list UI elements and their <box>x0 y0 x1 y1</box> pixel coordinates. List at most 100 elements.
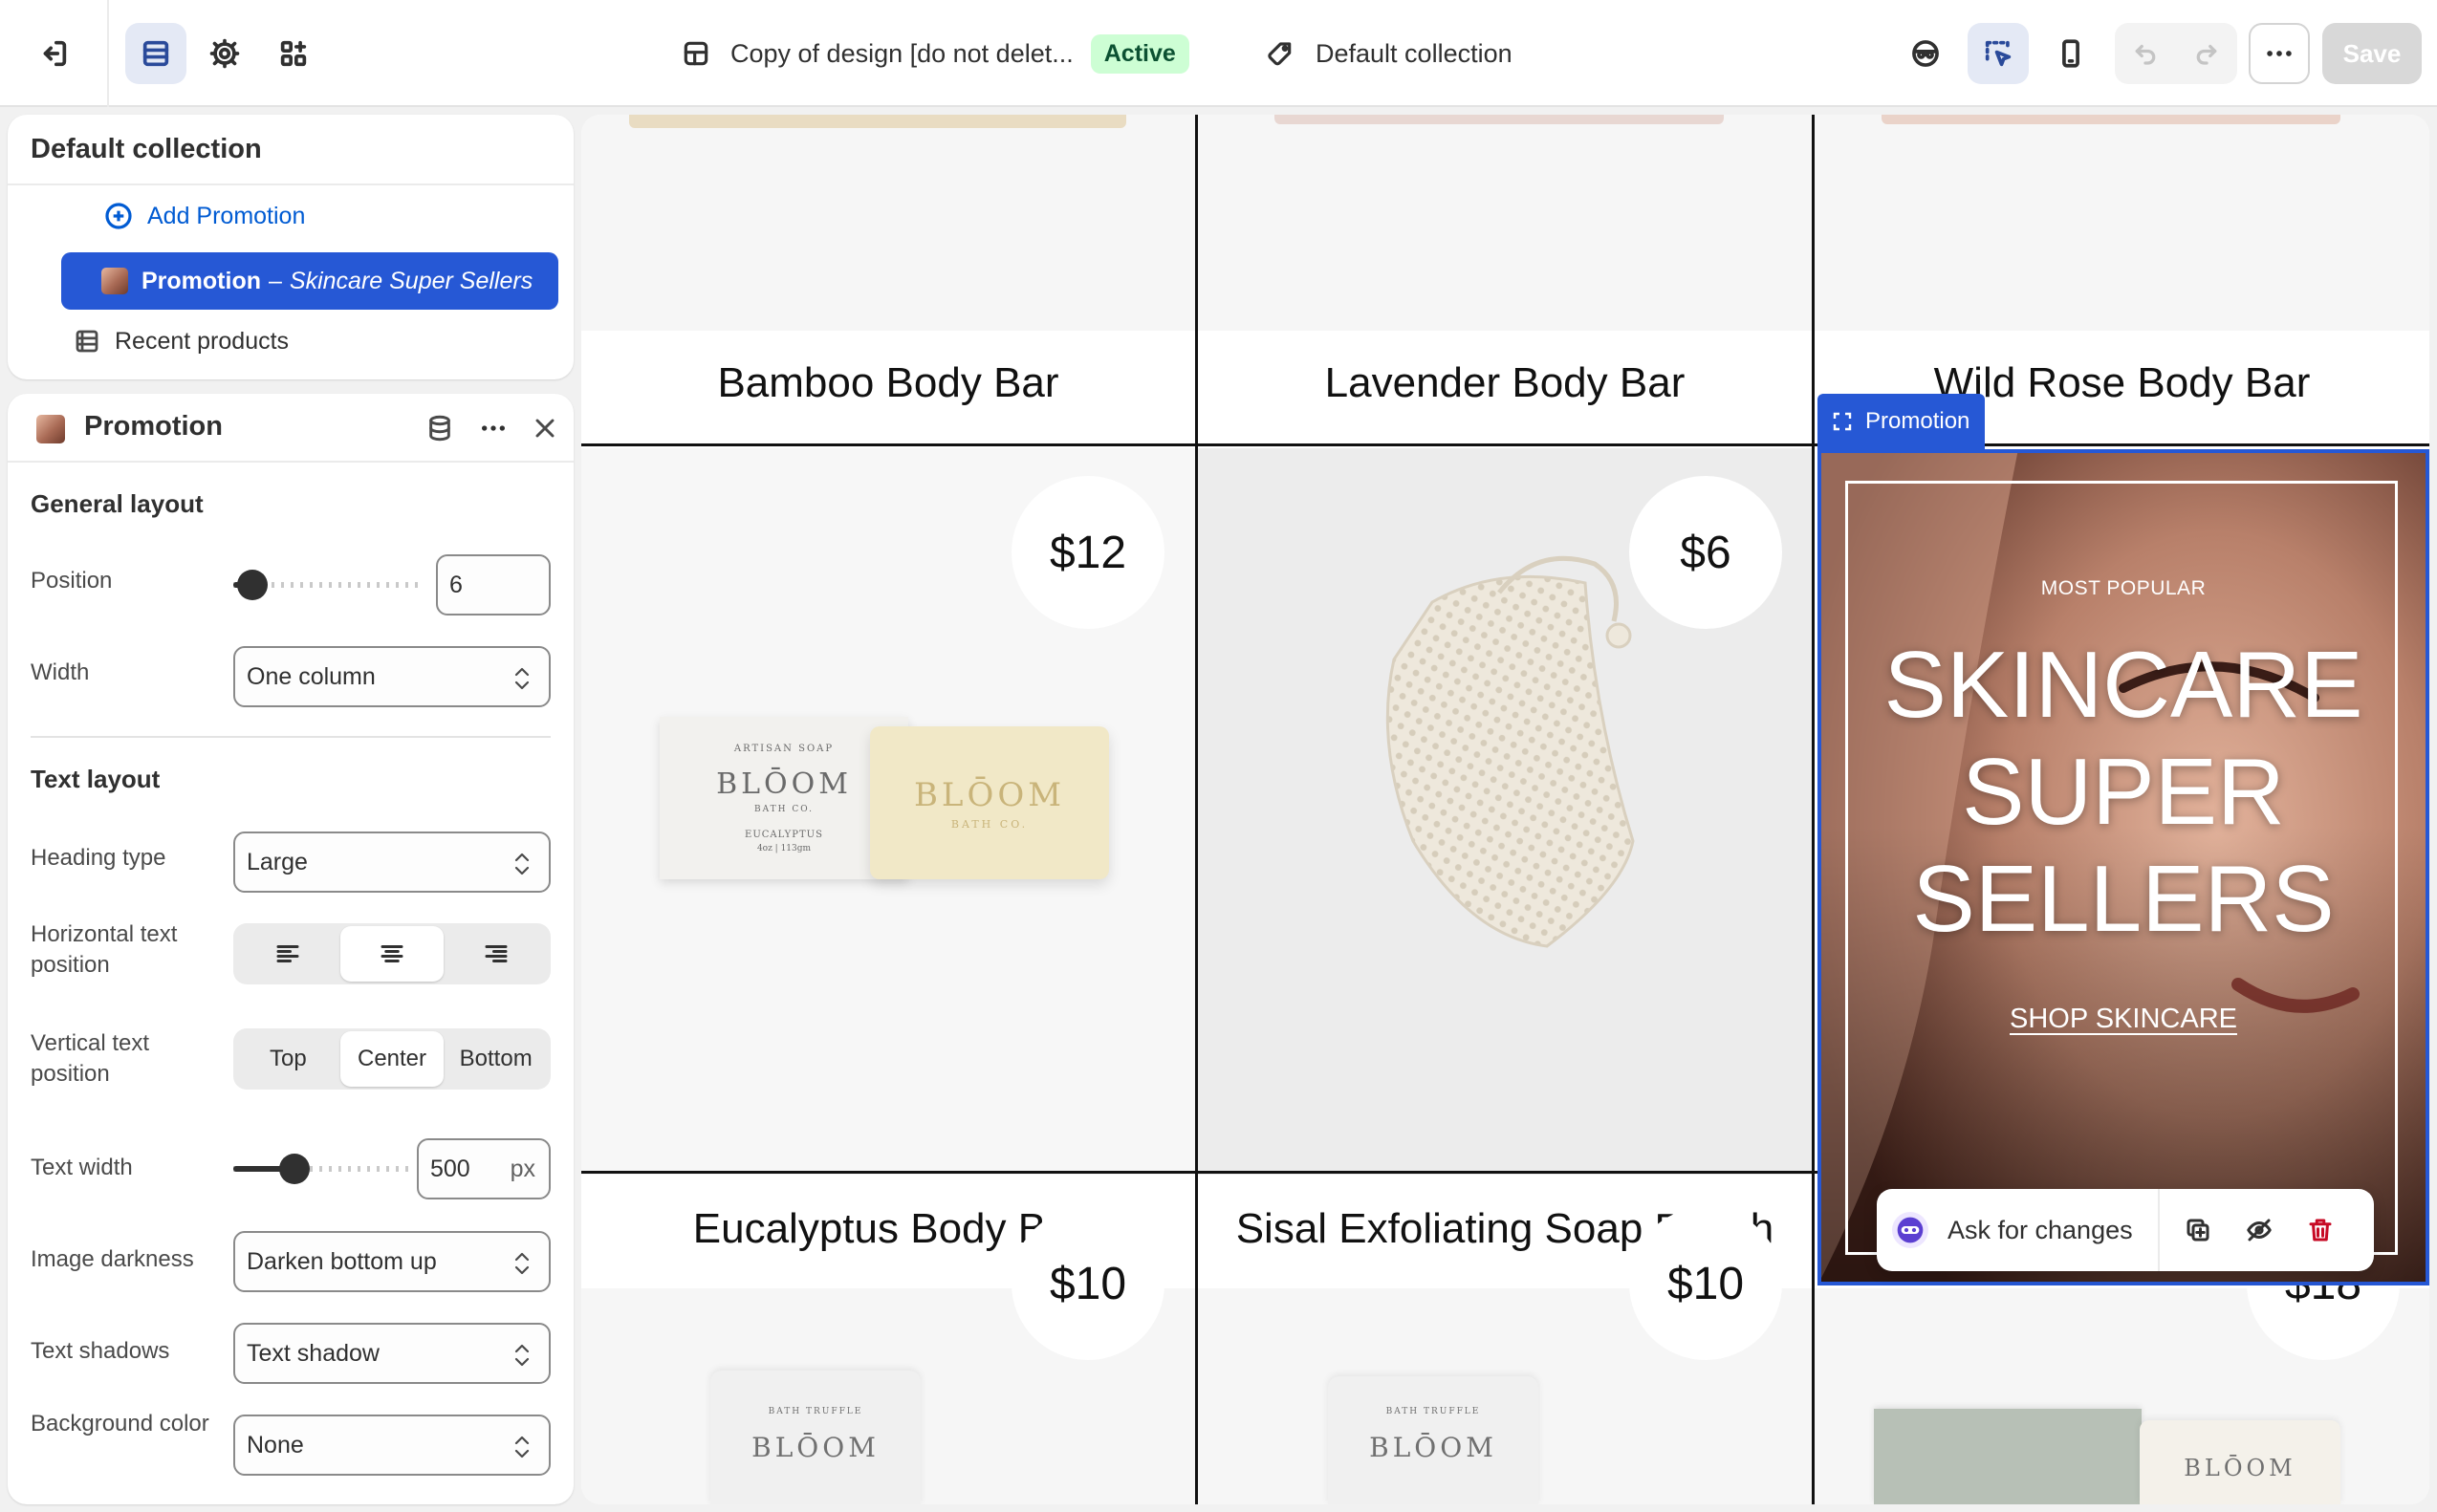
settings-more-button[interactable] <box>478 413 509 443</box>
assistant-avatar-icon <box>1892 1212 1928 1248</box>
mobile-icon <box>2062 39 2079 68</box>
close-icon <box>535 419 555 438</box>
background-color-select[interactable]: None <box>233 1415 551 1476</box>
packaging-label: ARTISAN SOAP <box>733 743 835 754</box>
sections-button[interactable] <box>125 23 186 84</box>
product-image[interactable] <box>1198 115 1812 331</box>
tree-item-recent-products[interactable]: Recent products <box>73 327 289 356</box>
text-width-label: Text width <box>31 1155 133 1180</box>
heading-type-select[interactable]: Large <box>233 832 551 893</box>
product-image-shape <box>1274 115 1724 124</box>
align-right-icon <box>485 945 508 962</box>
redo-icon <box>2196 44 2217 65</box>
promotion-thumbnail <box>101 268 128 294</box>
background-color-label: Background color <box>31 1411 209 1436</box>
text-width-value: 500 <box>430 1155 470 1182</box>
preview-button[interactable] <box>1895 23 1956 84</box>
product-title[interactable]: Lavender Body Bar <box>1198 331 1812 436</box>
position-label: Position <box>31 568 113 594</box>
duplicate-button[interactable] <box>2167 1199 2229 1261</box>
vertical-text-position-control: Top Center Bottom <box>233 1028 551 1090</box>
width-select[interactable]: One column <box>233 646 551 707</box>
trash-icon <box>2309 1219 2332 1242</box>
grid-line <box>581 443 2429 446</box>
database-icon <box>429 415 450 442</box>
soap-bar-sub: BATH CO. <box>950 817 1029 831</box>
position-slider-thumb[interactable] <box>237 570 268 600</box>
align-left-option[interactable] <box>236 926 340 982</box>
width-label: Width <box>31 659 90 685</box>
sections-icon <box>142 40 169 67</box>
soap-bar-image: BLŌOM BATH CO. <box>870 726 1109 879</box>
ask-for-changes-toolbar: Ask for changes <box>1877 1189 2374 1271</box>
soap-bar-brand: BLŌOM <box>913 775 1066 814</box>
more-icon <box>482 425 505 431</box>
collection-title: Default collection <box>31 134 262 164</box>
settings-panel: Promotion General layout Position 6 Widt… <box>8 394 574 1504</box>
redo-button[interactable] <box>2176 23 2237 84</box>
more-icon <box>2267 51 2292 56</box>
product-title[interactable]: Bamboo Body Bar <box>581 331 1195 436</box>
product-image[interactable] <box>581 115 1195 331</box>
exit-icon <box>43 40 67 67</box>
text-width-input[interactable]: 500 px <box>417 1138 551 1199</box>
more-actions-button[interactable] <box>2249 23 2310 84</box>
vertical-option-bottom[interactable]: Bottom <box>444 1031 548 1087</box>
vertical-option-top[interactable]: Top <box>236 1031 340 1087</box>
data-source-button[interactable] <box>424 413 455 443</box>
hide-button[interactable] <box>2229 1199 2290 1261</box>
eye-mask-icon <box>1912 40 1939 67</box>
recent-products-label: Recent products <box>115 327 290 355</box>
design-name: Copy of design [do not delet... <box>730 38 1074 68</box>
exit-button[interactable] <box>23 23 84 84</box>
jar-label: BATH TRUFFLE <box>1385 1407 1481 1416</box>
align-right-option[interactable] <box>444 926 548 982</box>
text-width-unit: px <box>510 1155 535 1182</box>
gear-icon <box>209 38 240 69</box>
price-badge: $10 <box>1012 1207 1164 1360</box>
align-center-option[interactable] <box>339 926 445 982</box>
promotion-selection-tag[interactable]: Promotion <box>1817 394 1986 449</box>
tree-item-name: Skincare Super Sellers <box>289 267 533 294</box>
packaging-weight: 4oz | 113gm <box>756 843 812 853</box>
product-image[interactable] <box>1815 115 2429 331</box>
packaging-brand: BLŌOM <box>716 767 852 801</box>
save-button[interactable]: Save <box>2322 23 2422 84</box>
text-shadows-select[interactable]: Text shadow <box>233 1323 551 1384</box>
plus-circle-icon <box>105 203 132 229</box>
promotion-tag-label: Promotion <box>1865 408 1970 434</box>
vertical-option-center[interactable]: Center <box>339 1031 445 1087</box>
apps-button[interactable] <box>263 23 324 84</box>
design-selector[interactable]: Copy of design [do not delet... Active <box>681 0 1189 107</box>
price-badge: $6 <box>1629 476 1782 629</box>
jar-brand: BLŌOM <box>1369 1432 1497 1463</box>
bath-truffle-jar-image: BATH TRUFFLE BLŌOM <box>710 1371 921 1504</box>
collection-selector[interactable]: Default collection <box>1266 0 1512 107</box>
topbar-divider <box>107 0 109 107</box>
settings-button[interactable] <box>194 23 255 84</box>
delete-button[interactable] <box>2290 1199 2351 1261</box>
inspector-button[interactable] <box>1968 23 2029 84</box>
settings-header: Promotion <box>8 394 574 463</box>
close-settings-button[interactable] <box>530 413 560 443</box>
add-promotion-button[interactable]: Add Promotion <box>103 201 305 231</box>
position-input[interactable]: 6 <box>436 554 551 616</box>
image-darkness-select[interactable]: Darken bottom up <box>233 1231 551 1292</box>
text-layout-heading: Text layout <box>31 765 161 793</box>
select-chevron-icon <box>512 851 532 877</box>
horizontal-text-position-control <box>233 923 551 984</box>
ask-for-changes-button[interactable]: Ask for changes <box>1877 1189 2160 1271</box>
promotion-selection-outline <box>1817 449 2429 1285</box>
select-chevron-icon <box>512 1434 532 1460</box>
packaging-sub: BATH CO. <box>754 804 814 814</box>
packaging-scent: EUCALYPTUS <box>745 829 823 840</box>
device-toggle-button[interactable] <box>2040 23 2101 84</box>
store-preview-canvas: Bamboo Body Bar Lavender Body Bar Wild R… <box>581 115 2429 1504</box>
jar-brand: BLŌOM <box>751 1432 880 1463</box>
text-width-slider-thumb[interactable] <box>279 1154 310 1184</box>
section-divider <box>31 736 551 738</box>
select-chevron-icon <box>512 665 532 692</box>
align-left-icon <box>276 945 299 962</box>
tree-item-promotion[interactable]: Promotion – Skincare Super Sellers <box>61 252 558 310</box>
undo-button[interactable] <box>2115 23 2176 84</box>
